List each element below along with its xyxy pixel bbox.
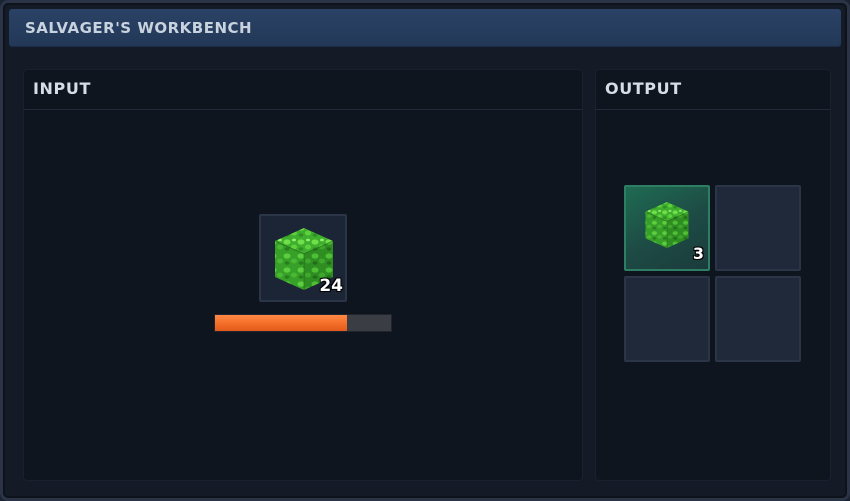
input-panel-header: INPUT xyxy=(23,69,583,110)
output-panel-header: OUTPUT xyxy=(595,69,831,110)
progress-fill xyxy=(215,315,347,331)
output-slot-3[interactable] xyxy=(624,276,710,362)
item-count: 24 xyxy=(319,276,343,296)
input-panel: INPUT 24 xyxy=(23,69,583,481)
input-slot[interactable]: 24 xyxy=(259,214,347,302)
salvage-progress-bar xyxy=(214,314,392,332)
moss-block-icon xyxy=(645,201,689,249)
output-panel: OUTPUT 3 xyxy=(595,69,831,481)
item-count: 3 xyxy=(692,244,704,263)
window-title: SALVAGER'S WORKBENCH xyxy=(25,19,253,37)
workbench-window: SALVAGER'S WORKBENCH INPUT 24 OUTPUT 3 xyxy=(0,0,850,501)
output-slot-2[interactable] xyxy=(715,185,801,271)
output-slot-4[interactable] xyxy=(715,276,801,362)
output-panel-label: OUTPUT xyxy=(605,79,682,98)
output-slot-1[interactable]: 3 xyxy=(624,185,710,271)
input-panel-label: INPUT xyxy=(33,79,91,98)
title-bar: SALVAGER'S WORKBENCH xyxy=(9,9,841,47)
